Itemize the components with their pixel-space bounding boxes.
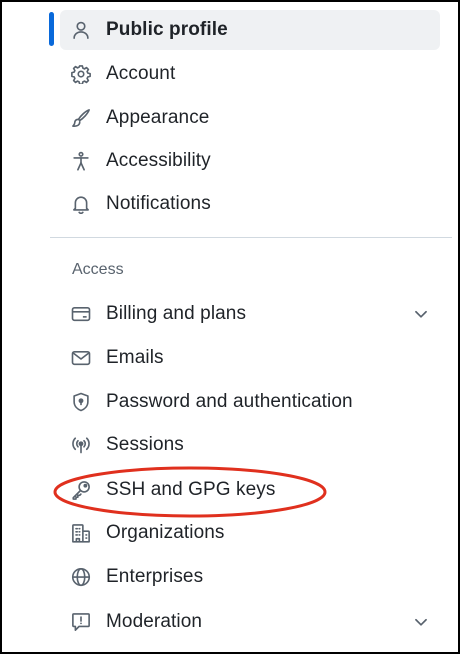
- organization-icon: [70, 522, 92, 544]
- sidebar-item-ssh-and-gpg-keys[interactable]: SSH and GPG keys: [60, 470, 440, 510]
- section-heading-access: Access: [72, 261, 124, 278]
- sidebar-item-password-and-authentication[interactable]: Password and authentication: [60, 382, 440, 422]
- sidebar-item-billing-and-plans[interactable]: Billing and plans: [60, 294, 440, 334]
- sidebar-item-label: Billing and plans: [106, 303, 247, 324]
- sidebar-item-label: Enterprises: [106, 566, 204, 587]
- chevron-down-icon[interactable]: [412, 613, 430, 631]
- report-icon: [70, 611, 92, 633]
- chevron-down-icon[interactable]: [412, 305, 430, 323]
- sidebar-item-label: Emails: [106, 347, 164, 368]
- sidebar-item-emails[interactable]: Emails: [60, 338, 440, 378]
- sidebar-item-sessions[interactable]: Sessions: [60, 425, 440, 465]
- person-icon: [70, 19, 92, 41]
- sidebar-item-label: Sessions: [106, 434, 184, 455]
- sidebar-item-appearance[interactable]: Appearance: [60, 98, 440, 138]
- key-icon: [70, 479, 92, 501]
- settings-sidebar-frame: Public profile Account Appearance Access…: [0, 0, 460, 654]
- sidebar-item-label: Public profile: [106, 19, 228, 40]
- credit-card-icon: [70, 303, 92, 325]
- globe-icon: [70, 566, 92, 588]
- mail-icon: [70, 347, 92, 369]
- paintbrush-icon: [70, 107, 92, 129]
- sidebar-item-label: Accessibility: [106, 150, 211, 171]
- sidebar-item-enterprises[interactable]: Enterprises: [60, 557, 440, 597]
- sidebar-item-moderation[interactable]: Moderation: [60, 602, 440, 642]
- sidebar-item-account[interactable]: Account: [60, 54, 440, 94]
- broadcast-icon: [70, 434, 92, 456]
- gear-icon: [70, 63, 92, 85]
- nav-divider: [50, 237, 452, 238]
- active-item-indicator: [49, 12, 54, 46]
- sidebar-item-label: SSH and GPG keys: [106, 479, 276, 500]
- sidebar-item-label: Appearance: [106, 107, 210, 128]
- sidebar-item-label: Moderation: [106, 611, 203, 632]
- sidebar-item-label: Account: [106, 63, 176, 84]
- sidebar-item-public-profile[interactable]: Public profile: [60, 10, 440, 50]
- shield-lock-icon: [70, 391, 92, 413]
- sidebar-item-accessibility[interactable]: Accessibility: [60, 141, 440, 181]
- sidebar-item-label: Organizations: [106, 522, 225, 543]
- accessibility-icon: [70, 150, 92, 172]
- sidebar-item-notifications[interactable]: Notifications: [60, 184, 440, 224]
- sidebar-item-label: Password and authentication: [106, 391, 353, 412]
- sidebar-item-label: Notifications: [106, 193, 211, 214]
- bell-icon: [70, 193, 92, 215]
- sidebar-item-organizations[interactable]: Organizations: [60, 513, 440, 553]
